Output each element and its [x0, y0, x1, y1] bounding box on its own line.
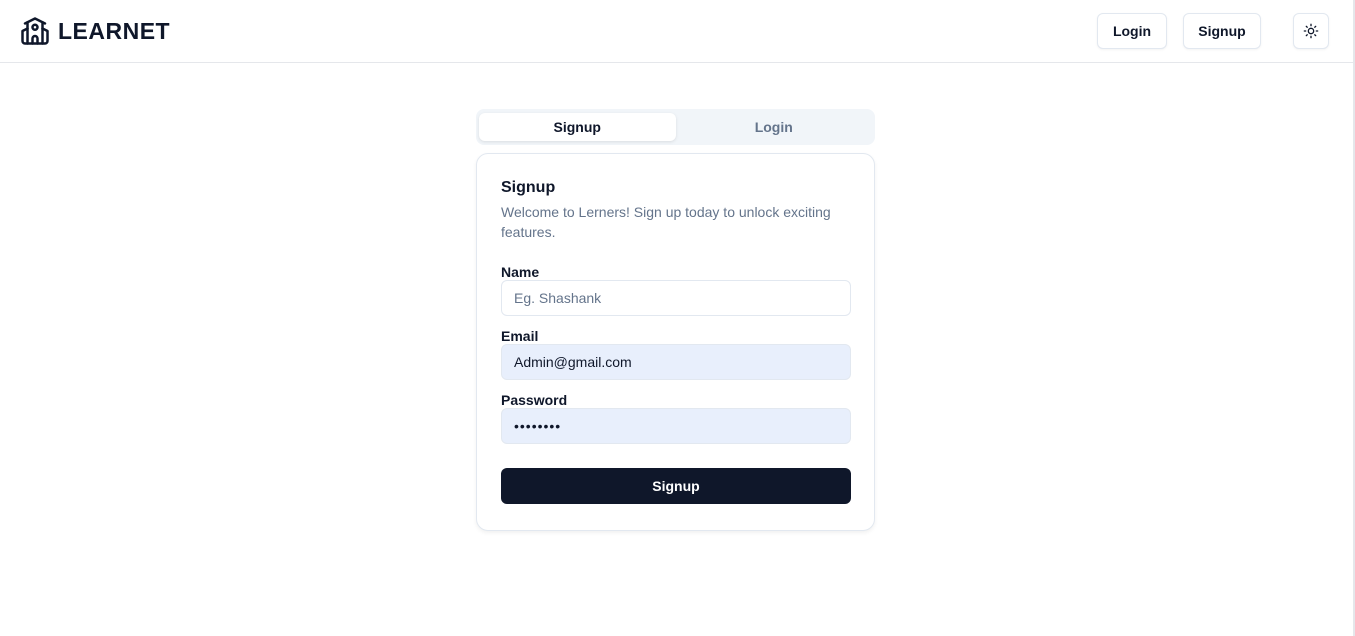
password-field-group: Password •••••••• — [501, 392, 851, 444]
name-input[interactable]: Eg. Shashank — [501, 280, 851, 316]
auth-tabs: Signup Login — [476, 109, 875, 145]
email-label: Email — [501, 328, 539, 344]
sun-icon — [1303, 23, 1319, 39]
password-input[interactable]: •••••••• — [501, 408, 851, 444]
name-field-group: Name Eg. Shashank — [501, 264, 851, 316]
tab-signup[interactable]: Signup — [479, 113, 676, 141]
theme-toggle-button[interactable] — [1293, 13, 1329, 49]
password-label: Password — [501, 392, 568, 408]
tab-login[interactable]: Login — [676, 113, 873, 141]
email-field-group: Email Admin@gmail.com — [501, 328, 851, 380]
signup-submit-button[interactable]: Signup — [501, 468, 851, 504]
header-actions: Login Signup — [1097, 13, 1329, 49]
school-icon — [21, 17, 49, 45]
brand[interactable]: LEARNET — [20, 16, 170, 46]
card-title: Signup — [501, 179, 556, 196]
header-signup-button[interactable]: Signup — [1183, 13, 1261, 49]
signup-card: Signup Welcome to Lerners! Sign up today… — [476, 153, 875, 531]
email-input[interactable]: Admin@gmail.com — [501, 344, 851, 380]
card-description: Welcome to Lerners! Sign up today to unl… — [501, 204, 831, 240]
top-nav: LEARNET Login Signup — [0, 0, 1353, 63]
name-label: Name — [501, 264, 540, 280]
brand-name: LEARNET — [58, 17, 171, 44]
header-login-button[interactable]: Login — [1097, 13, 1167, 49]
